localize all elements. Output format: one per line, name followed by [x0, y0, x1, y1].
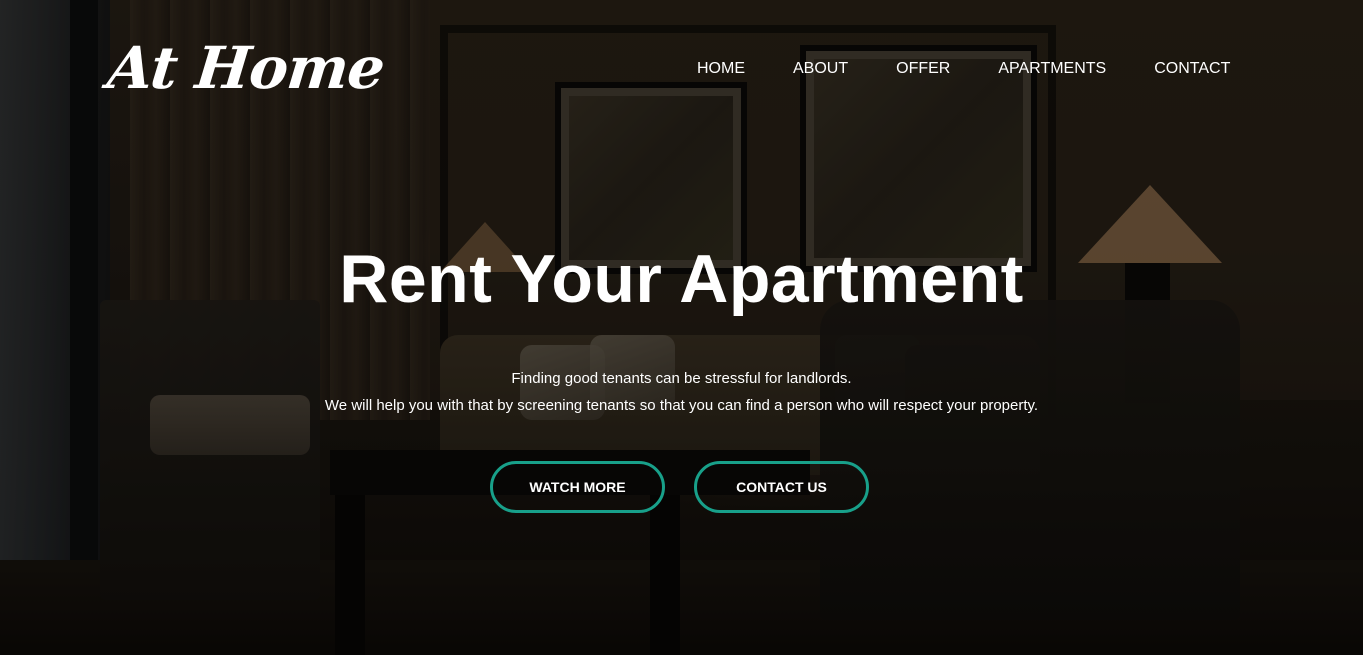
nav-item-apartments[interactable]: APARTMENTS — [998, 60, 1106, 78]
nav-item-about[interactable]: ABOUT — [793, 60, 848, 78]
hero-headline: Rent Your Apartment — [339, 241, 1024, 317]
nav-item-contact[interactable]: CONTACT — [1154, 60, 1230, 78]
main-nav: HOME ABOUT OFFER APARTMENTS CONTACT — [697, 60, 1230, 78]
hero-subtext-line2: We will help you with that by screening … — [324, 397, 1039, 414]
contact-us-button[interactable]: CONTACT US — [694, 461, 869, 513]
nav-item-offer[interactable]: OFFER — [896, 60, 950, 78]
site-logo[interactable]: At Home — [104, 34, 387, 102]
hero-subtext-line1: Finding good tenants can be stressful fo… — [511, 370, 852, 387]
watch-more-button[interactable]: WATCH MORE — [490, 461, 665, 513]
nav-item-home[interactable]: HOME — [697, 60, 745, 78]
hero-section: At Home HOME ABOUT OFFER APARTMENTS CONT… — [0, 0, 1363, 655]
